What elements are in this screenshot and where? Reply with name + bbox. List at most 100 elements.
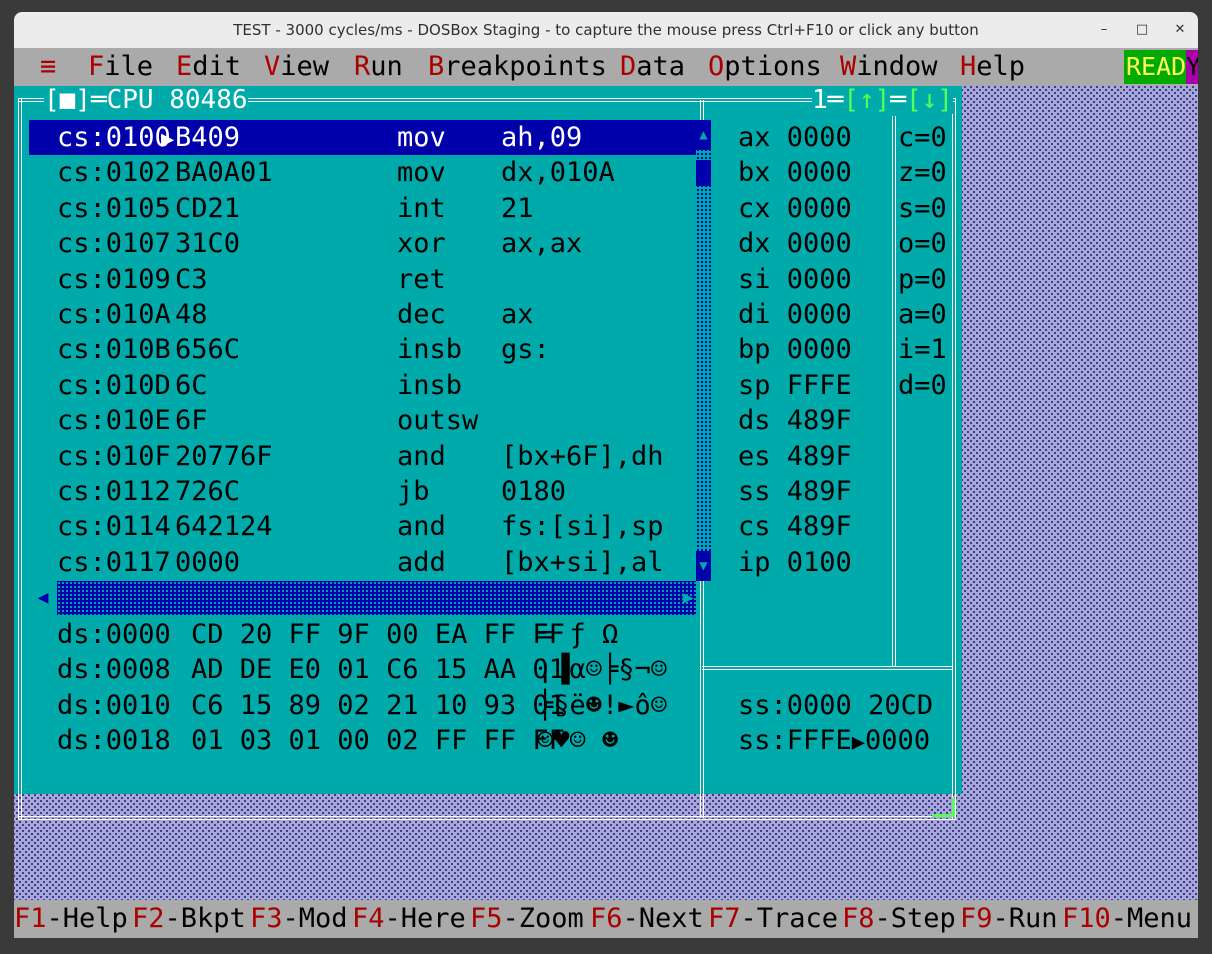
- hamburger-icon[interactable]: ≡: [40, 48, 56, 86]
- code-row[interactable]: cs:0117 0000 add [bx+si],al: [29, 545, 696, 580]
- vertical-scrollbar[interactable]: ▲ ▼: [696, 120, 711, 581]
- register-bp[interactable]: bp 0000: [738, 332, 898, 367]
- minimize-icon[interactable]: –: [1096, 22, 1112, 38]
- code-bytes: 20776F: [175, 440, 273, 472]
- stack-row-current[interactable]: ss:FFFE▶0000: [738, 723, 948, 758]
- menu-run[interactable]: Run: [354, 48, 403, 86]
- resize-corner-icon[interactable]: [932, 798, 955, 817]
- register-cx[interactable]: cx 0000: [738, 191, 898, 226]
- triangle-left-icon[interactable]: ◀: [29, 581, 57, 615]
- triangle-right-icon[interactable]: ▶: [680, 581, 696, 615]
- register-value: 0000: [786, 122, 852, 153]
- register-ss[interactable]: ss 489F: [738, 474, 898, 509]
- fkey-zoom[interactable]: F5-Zoom: [470, 900, 584, 938]
- flag-z[interactable]: z=0: [898, 155, 947, 190]
- fkey-bkpt[interactable]: F2-Bkpt: [132, 900, 246, 938]
- zoom-down-button[interactable]: [↓]: [906, 85, 953, 115]
- fkey-help[interactable]: F1-Help: [14, 900, 128, 938]
- dump-row[interactable]: ds:0008 AD DE E0 01 C6 15 AA 01 ¡▐α☺╞§¬☺: [29, 652, 696, 687]
- cpu-window-caption: [■]═CPU 80486: [44, 85, 248, 115]
- fkey-run[interactable]: F9-Run: [960, 900, 1058, 938]
- code-row[interactable]: cs:010E 6F outsw: [29, 403, 696, 438]
- ready-indicator-tail: Y: [1186, 50, 1198, 84]
- code-row[interactable]: cs:010A 48 dec ax: [29, 297, 696, 332]
- flag-p[interactable]: p=0: [898, 262, 947, 297]
- code-address: cs:010D: [57, 369, 171, 401]
- menu-breakpoints[interactable]: Breakpoints: [428, 48, 607, 86]
- code-row-selected[interactable]: cs:0100 ▶ B409 mov ah,09: [29, 120, 696, 155]
- horizontal-scrollbar[interactable]: ◀ ▶: [29, 581, 696, 615]
- frame-right: [952, 98, 956, 820]
- zoom-up-button[interactable]: [↑]: [843, 85, 890, 115]
- menu-hotkey: W: [840, 51, 857, 82]
- flag-s[interactable]: s=0: [898, 191, 947, 226]
- code-operands: fs:[si],sp: [501, 511, 664, 543]
- register-es[interactable]: es 489F: [738, 439, 898, 474]
- code-row[interactable]: cs:0109 C3 ret: [29, 262, 696, 297]
- triangle-down-icon[interactable]: ▼: [696, 551, 711, 581]
- window-titlebar[interactable]: TEST - 3000 cycles/ms - DOSBox Staging -…: [14, 12, 1198, 48]
- close-box-button[interactable]: [■]: [44, 85, 91, 115]
- code-bytes: CD21: [175, 192, 241, 224]
- register-di[interactable]: di 0000: [738, 297, 898, 332]
- register-dx[interactable]: dx 0000: [738, 226, 898, 261]
- flag-d[interactable]: d=0: [898, 368, 947, 403]
- flag-name: z: [898, 157, 915, 189]
- flag-a[interactable]: a=0: [898, 297, 947, 332]
- code-mnemonic: int: [397, 192, 446, 224]
- fkey-here[interactable]: F4-Here: [352, 900, 466, 938]
- fkey-label: -Help: [46, 903, 128, 934]
- disassembly-pane[interactable]: cs:0100 ▶ B409 mov ah,09 cs:0102 BA0A01 mov dx,…: [29, 120, 696, 581]
- fkey-mod[interactable]: F3-Mod: [250, 900, 348, 938]
- flag-i[interactable]: i=1: [898, 332, 947, 367]
- code-row[interactable]: cs:0107 31C0 xor ax,ax: [29, 226, 696, 261]
- code-row[interactable]: cs:010D 6C insb: [29, 368, 696, 403]
- menu-help[interactable]: Help: [960, 48, 1025, 86]
- fkey-trace[interactable]: F7-Trace: [708, 900, 838, 938]
- flag-name: a: [898, 299, 915, 330]
- code-row[interactable]: cs:0102 BA0A01 mov dx,010A: [29, 155, 696, 190]
- code-address: cs:0114: [57, 511, 171, 543]
- code-row[interactable]: cs:0114 642124 and fs:[si],sp: [29, 509, 696, 544]
- maximize-icon[interactable]: □: [1134, 22, 1150, 38]
- code-row[interactable]: cs:0112 726C jb 0180: [29, 474, 696, 509]
- fkey-label: -Trace: [740, 903, 839, 934]
- code-bytes: B409: [175, 122, 241, 153]
- menu-edit[interactable]: Edit: [176, 48, 241, 86]
- register-sp[interactable]: sp FFFE: [738, 368, 898, 403]
- code-operands: 0180: [501, 476, 567, 507]
- dump-row[interactable]: ds:0000 CD 20 FF 9F 00 EA FF FF = ƒ Ω: [29, 617, 696, 652]
- fkey-next[interactable]: F6-Next: [590, 900, 704, 938]
- code-row[interactable]: cs:010B 656C insb gs:: [29, 332, 696, 367]
- menu-window[interactable]: Window: [840, 48, 938, 86]
- code-address: cs:010A: [57, 299, 171, 330]
- dump-row[interactable]: ds:0010 C6 15 89 02 21 10 93 01 ╞§ë☻!►ô☺: [29, 688, 696, 723]
- register-ds[interactable]: ds 489F: [738, 403, 898, 438]
- code-address: cs:0112: [57, 476, 171, 507]
- menu-file[interactable]: File: [88, 48, 153, 86]
- close-icon[interactable]: ✕: [1172, 22, 1188, 38]
- triangle-up-icon[interactable]: ▲: [696, 120, 711, 150]
- stack-row[interactable]: ss:0000 20CD: [738, 688, 948, 723]
- fkey-menu[interactable]: F10-Menu: [1062, 900, 1192, 938]
- code-row[interactable]: cs:0105 CD21 int 21: [29, 191, 696, 226]
- code-mnemonic: jb: [397, 476, 430, 507]
- dump-row[interactable]: ds:0018 01 03 01 00 02 FF FF FF ☺♥☺ ☻: [29, 723, 696, 758]
- fkey-step[interactable]: F8-Step: [842, 900, 956, 938]
- register-bx[interactable]: bx 0000: [738, 155, 898, 190]
- register-ax[interactable]: ax 0000: [738, 120, 898, 155]
- register-ip[interactable]: ip 0100: [738, 545, 898, 580]
- fkey-label: -Mod: [282, 903, 348, 934]
- menu-data[interactable]: Data: [620, 48, 685, 86]
- scroll-thumb[interactable]: [696, 160, 711, 186]
- flag-o[interactable]: o=0: [898, 226, 947, 261]
- register-si[interactable]: si 0000: [738, 262, 898, 297]
- menu-view[interactable]: View: [264, 48, 329, 86]
- flag-value: 0: [930, 299, 947, 330]
- menu-options[interactable]: Options: [708, 48, 822, 86]
- dump-address: ds:0008: [57, 654, 171, 686]
- flag-c[interactable]: c=0: [898, 120, 947, 155]
- register-cs[interactable]: cs 489F: [738, 509, 898, 544]
- code-row[interactable]: cs:010F 20776F and [bx+6F],dh: [29, 439, 696, 474]
- flag-value: 0: [930, 369, 947, 401]
